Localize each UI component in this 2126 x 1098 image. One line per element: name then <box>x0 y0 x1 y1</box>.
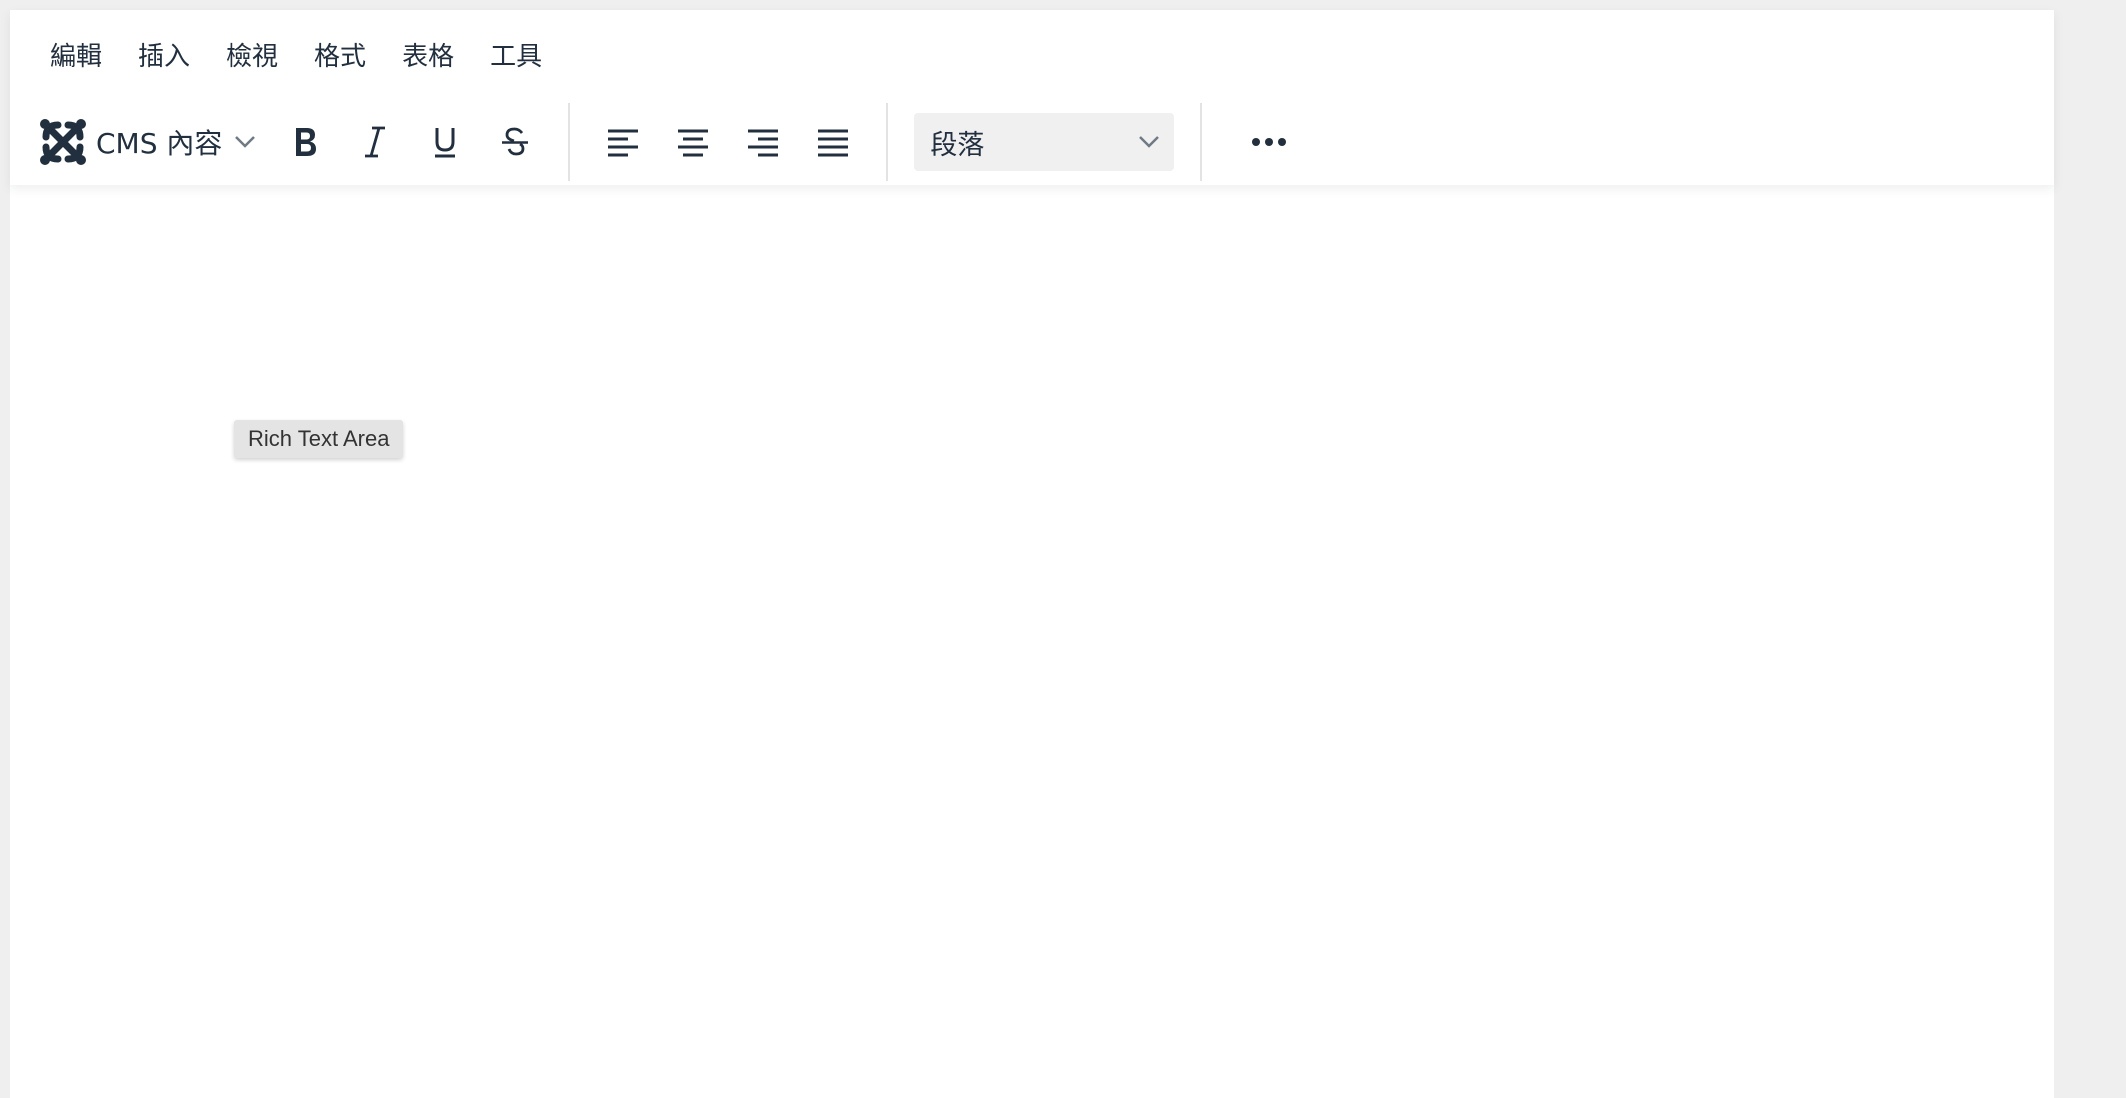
rich-text-area[interactable]: Rich Text Area <box>10 185 2054 1098</box>
menubar: 編輯 插入 檢視 格式 表格 工具 <box>32 35 560 79</box>
rich-text-editor: 編輯 插入 檢視 格式 表格 工具 CMS 內容 段落 Rich Text Ar… <box>10 10 2054 1098</box>
toolbar-group-formatting: CMS 內容 <box>38 96 550 188</box>
align-justify-icon <box>816 127 850 157</box>
align-right-button[interactable] <box>732 113 794 171</box>
bold-icon <box>290 125 320 159</box>
toolbar: CMS 內容 段落 <box>38 96 1304 188</box>
underline-icon <box>430 125 460 159</box>
menu-format[interactable]: 格式 <box>296 35 384 79</box>
toolbar-group-blocks: 段落 <box>906 96 1182 188</box>
more-horizontal-icon <box>1251 137 1287 147</box>
align-right-icon <box>746 127 780 157</box>
chevron-down-icon <box>234 135 256 149</box>
toolbar-divider <box>568 103 571 181</box>
italic-button[interactable] <box>344 113 406 171</box>
strikethrough-icon <box>499 125 531 159</box>
underline-button[interactable] <box>414 113 476 171</box>
block-format-select[interactable]: 段落 <box>914 113 1175 171</box>
menu-table[interactable]: 表格 <box>384 35 472 79</box>
strikethrough-button[interactable] <box>484 113 546 171</box>
chevron-down-icon <box>1138 135 1160 149</box>
cms-content-button[interactable]: CMS 內容 <box>38 113 256 171</box>
menu-edit[interactable]: 編輯 <box>32 35 120 79</box>
align-center-button[interactable] <box>662 113 724 171</box>
align-justify-button[interactable] <box>802 113 864 171</box>
menu-view[interactable]: 檢視 <box>208 35 296 79</box>
toolbar-divider <box>886 103 889 181</box>
align-center-icon <box>676 127 710 157</box>
italic-icon <box>360 125 390 159</box>
align-left-button[interactable] <box>592 113 654 171</box>
toolbar-divider <box>1200 103 1203 181</box>
cms-content-label: CMS 內容 <box>96 127 223 160</box>
align-left-icon <box>606 127 640 157</box>
menu-insert[interactable]: 插入 <box>120 35 208 79</box>
more-toolbar-button[interactable] <box>1234 113 1304 171</box>
bold-button[interactable] <box>274 113 336 171</box>
toolbar-group-alignment <box>588 96 868 188</box>
joomla-logo-icon <box>38 117 88 167</box>
rich-text-area-tooltip: Rich Text Area <box>234 420 404 458</box>
block-format-value: 段落 <box>930 129 985 161</box>
menu-tools[interactable]: 工具 <box>472 35 560 79</box>
editor-header: 編輯 插入 檢視 格式 表格 工具 CMS 內容 段落 <box>10 10 2054 185</box>
